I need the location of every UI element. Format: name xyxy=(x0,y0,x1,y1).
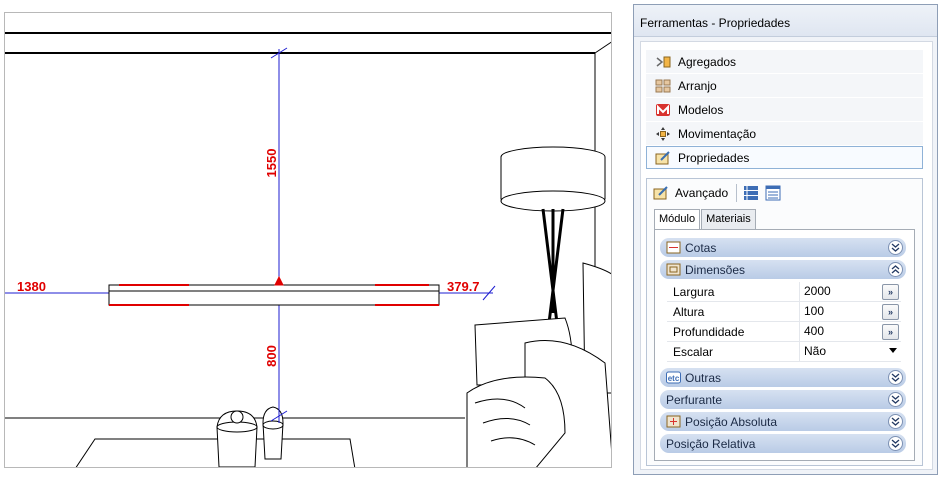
chevron-up-icon xyxy=(888,262,903,277)
shelf-module xyxy=(108,275,440,306)
dim-bottom-height: 800 xyxy=(264,345,279,367)
advanced-properties-icon xyxy=(653,185,669,201)
properties-toolbar: Avançado xyxy=(647,179,922,207)
properties-tabs: Módulo Materiais xyxy=(654,209,757,230)
chevron-down-icon xyxy=(888,370,903,385)
dim-left-distance: 1380 xyxy=(17,279,46,294)
nav-item-agregados[interactable]: Agregados xyxy=(646,50,923,73)
nav-label: Agregados xyxy=(678,54,737,69)
group-label: Posição Absoluta xyxy=(685,414,778,429)
dimensions-ruler-icon xyxy=(666,241,681,254)
nav-label: Movimentação xyxy=(678,126,757,141)
property-row-profundidade: Profundidade 400 » xyxy=(667,322,901,342)
nav-label: Propriedades xyxy=(678,150,750,165)
rug xyxy=(75,438,356,467)
property-name: Profundidade xyxy=(673,324,745,339)
list-view-icon[interactable] xyxy=(765,185,781,201)
tab-page-modulo: Cotas Dimensões Largura 2000 » Altura 10… xyxy=(654,229,915,461)
nav-item-arranjo[interactable]: Arranjo xyxy=(646,74,923,97)
group-label: Perfurante xyxy=(666,392,723,407)
property-row-largura: Largura 2000 » xyxy=(667,282,901,302)
toolbar-separator xyxy=(736,184,738,202)
categorized-view-icon[interactable] xyxy=(743,185,759,201)
aggregates-icon xyxy=(655,54,671,70)
nav-item-propriedades[interactable]: Propriedades xyxy=(646,146,923,169)
group-label: Outras xyxy=(685,370,722,385)
nav-label: Modelos xyxy=(678,102,724,117)
properties-icon xyxy=(655,150,671,166)
chevron-down-icon xyxy=(888,436,903,451)
advanced-button[interactable]: Avançado xyxy=(675,186,728,200)
profundidade-field[interactable]: 400 xyxy=(799,322,879,341)
property-name: Altura xyxy=(673,304,705,319)
etc-icon: etc xyxy=(666,371,681,384)
group-cotas[interactable]: Cotas xyxy=(660,238,906,257)
nav-item-movimentacao[interactable]: Movimentação xyxy=(646,122,923,145)
3d-viewport[interactable]: 1550 800 1380 379.7 xyxy=(4,12,612,468)
group-dimensoes[interactable]: Dimensões xyxy=(660,260,906,279)
window-title: Ferramentas - Propriedades xyxy=(634,5,937,37)
chevron-down-icon xyxy=(888,240,903,255)
dropdown-arrow-icon[interactable] xyxy=(889,348,897,353)
tools-properties-window: Ferramentas - Propriedades Agregados Arr… xyxy=(633,4,938,475)
property-name: Escalar xyxy=(673,344,714,359)
nav-item-modelos[interactable]: Modelos xyxy=(646,98,923,121)
panel-body: Agregados Arranjo Modelos Movimentação P xyxy=(640,41,933,470)
group-posicao-relativa[interactable]: Posição Relativa xyxy=(660,434,906,453)
models-icon xyxy=(655,102,671,118)
group-posicao-absoluta[interactable]: Posição Absoluta xyxy=(660,412,906,431)
group-label: Cotas xyxy=(685,240,717,255)
svg-text:etc: etc xyxy=(668,374,680,383)
move-icon xyxy=(655,126,671,142)
tab-materiais[interactable]: Materiais xyxy=(701,209,756,229)
chevron-down-icon xyxy=(888,414,903,429)
property-row-altura: Altura 100 » xyxy=(667,302,901,322)
group-label: Posição Relativa xyxy=(666,436,756,451)
arrangement-icon xyxy=(655,78,671,94)
property-row-escalar: Escalar Não xyxy=(667,342,901,362)
properties-panel: Avançado Módulo Materiais Cotas Dimensõe… xyxy=(646,178,923,466)
profundidade-expand-button[interactable]: » xyxy=(882,324,899,340)
largura-field[interactable]: 2000 xyxy=(799,282,879,301)
group-label: Dimensões xyxy=(685,262,746,277)
largura-expand-button[interactable]: » xyxy=(882,284,899,300)
tab-modulo[interactable]: Módulo xyxy=(654,209,701,230)
group-outras[interactable]: etc Outras xyxy=(660,368,906,387)
property-name: Largura xyxy=(673,284,715,299)
dim-top-height: 1550 xyxy=(264,149,279,178)
chevron-down-icon xyxy=(888,392,903,407)
scene-drawing: 1550 800 1380 379.7 xyxy=(5,32,611,467)
altura-expand-button[interactable]: » xyxy=(882,304,899,320)
dim-right-distance: 379.7 xyxy=(447,279,480,294)
altura-field[interactable]: 100 xyxy=(799,302,879,321)
escalar-select[interactable]: Não xyxy=(799,342,899,361)
dimensions-box-icon xyxy=(666,263,681,276)
group-perfurante[interactable]: Perfurante xyxy=(660,390,906,409)
nav-label: Arranjo xyxy=(678,78,717,93)
position-icon xyxy=(666,415,681,428)
decorative-jars xyxy=(216,406,284,467)
